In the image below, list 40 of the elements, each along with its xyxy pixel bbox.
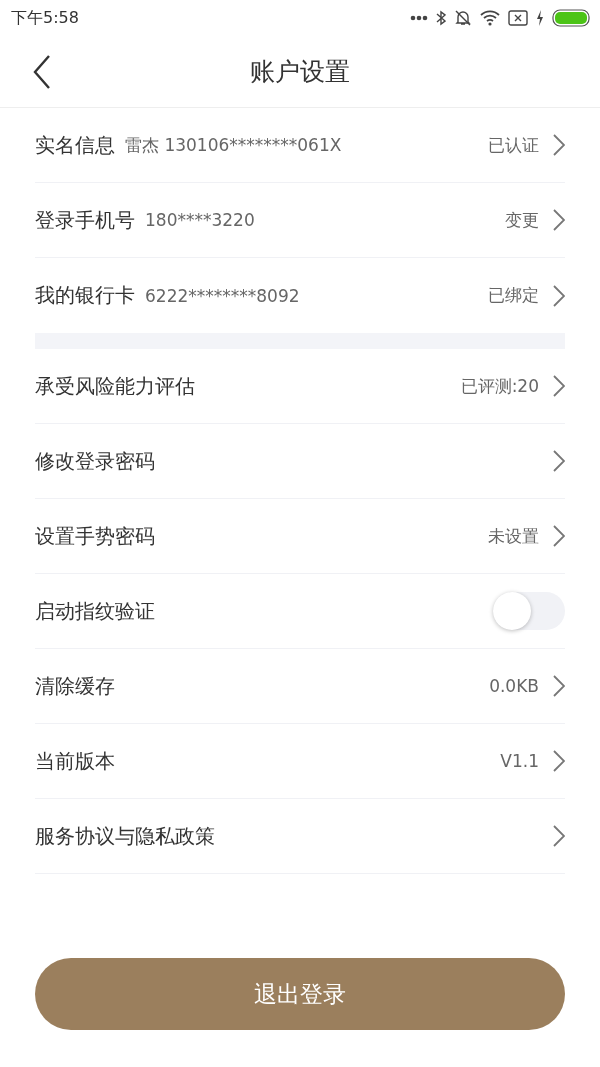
chevron-right-icon bbox=[553, 209, 565, 231]
row-value: 已绑定 bbox=[488, 284, 539, 307]
row-label[interactable]: 承受风险能力评估 bbox=[35, 372, 195, 400]
chevron-right-icon bbox=[553, 134, 565, 156]
row-label[interactable]: 登录手机号 bbox=[35, 206, 135, 234]
row-label[interactable]: 我的银行卡 bbox=[35, 282, 135, 309]
fingerprint-toggle[interactable] bbox=[493, 592, 565, 630]
chevron-right-icon bbox=[553, 525, 565, 547]
row-label[interactable]: 实名信息 bbox=[35, 131, 115, 159]
row-label[interactable]: 当前版本 bbox=[35, 747, 115, 775]
row-value: 变更 bbox=[505, 208, 539, 232]
page-title: 账户设置 bbox=[250, 56, 350, 88]
chevron-right-icon bbox=[553, 825, 565, 847]
battery-icon bbox=[552, 9, 590, 27]
muted-bell-icon bbox=[454, 9, 472, 27]
row-value: 已评测:20 bbox=[460, 374, 539, 398]
chevron-right-icon bbox=[553, 284, 565, 307]
row-value: 未设置 bbox=[488, 524, 539, 548]
row-detail: 180****3220 bbox=[145, 210, 255, 230]
row-label[interactable]: 服务协议与隐私政策 bbox=[35, 822, 215, 850]
row-value: 已认证 bbox=[488, 133, 539, 157]
row-label[interactable]: 设置手势密码 bbox=[35, 522, 155, 550]
no-sim-icon bbox=[508, 10, 528, 26]
logout-button[interactable]: 退出登录 bbox=[35, 958, 565, 1030]
chevron-right-icon bbox=[553, 450, 565, 472]
chevron-right-icon bbox=[553, 375, 565, 397]
chevron-right-icon bbox=[553, 675, 565, 697]
chevron-right-icon bbox=[553, 750, 565, 772]
row-label[interactable]: 修改登录密码 bbox=[35, 447, 155, 475]
charging-icon bbox=[536, 10, 544, 26]
status-time: 下午5:58 bbox=[11, 7, 79, 29]
wifi-icon bbox=[480, 10, 500, 26]
row-value: 0.0KB bbox=[489, 676, 539, 696]
bluetooth-icon bbox=[436, 10, 446, 26]
row-label[interactable]: 启动指纹验证 bbox=[35, 597, 155, 625]
row-value: V1.1 bbox=[500, 751, 539, 771]
row-detail: 6222********8092 bbox=[145, 285, 300, 306]
row-detail: 雷杰 130106********061X bbox=[125, 133, 342, 157]
more-dots-icon bbox=[410, 15, 428, 21]
row-label[interactable]: 清除缓存 bbox=[35, 672, 115, 700]
